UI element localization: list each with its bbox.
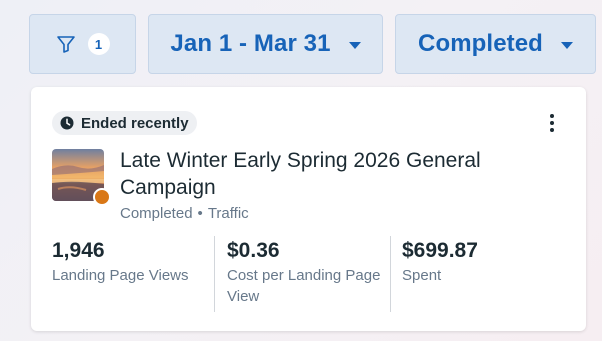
date-range-label: Jan 1 - Mar 31	[170, 30, 331, 57]
metric-label: Spent	[402, 267, 442, 284]
page: 1 Jan 1 - Mar 31 Completed Ended recentl…	[0, 0, 602, 341]
caret-down-icon	[348, 41, 361, 49]
filter-count-badge: 1	[87, 33, 110, 55]
campaign-title[interactable]: Late Winter Early Spring 2026 General Ca…	[120, 147, 540, 201]
metric-label: Cost per Landing Page View	[227, 267, 381, 305]
more-vertical-icon	[550, 114, 554, 118]
meta-separator: •	[197, 205, 203, 222]
status-label: Completed	[418, 30, 543, 57]
filter-button[interactable]: 1	[29, 14, 136, 74]
metrics-row: 1,946 Landing Page Views $0.36 Cost per …	[52, 236, 568, 312]
caret-down-icon	[560, 41, 573, 49]
metric-cost-per-landing-page-view: $0.36 Cost per Landing Page View	[214, 236, 402, 312]
campaign-objective: Traffic	[207, 205, 249, 222]
campaign-meta: Completed • Traffic	[120, 205, 249, 222]
filter-bar: 1 Jan 1 - Mar 31 Completed	[29, 14, 596, 74]
metric-label: Landing Page Views	[52, 267, 189, 284]
status-dropdown[interactable]: Completed	[395, 14, 596, 74]
ended-recently-badge: Ended recently	[52, 111, 197, 135]
campaign-thumbnail	[52, 149, 111, 206]
campaign-card[interactable]: Ended recently Late Winter Early Spring …	[31, 87, 586, 331]
ended-recently-label: Ended recently	[81, 114, 189, 132]
date-range-dropdown[interactable]: Jan 1 - Mar 31	[148, 14, 383, 74]
status-dot	[93, 188, 111, 206]
metric-value: $699.87	[402, 239, 478, 262]
metric-value: 1,946	[52, 239, 105, 262]
funnel-icon	[56, 36, 75, 53]
campaign-status: Completed	[120, 205, 193, 222]
more-options-button[interactable]	[540, 109, 564, 137]
clock-icon	[60, 116, 74, 130]
metric-spent: $699.87 Spent	[390, 236, 572, 312]
metric-landing-page-views: 1,946 Landing Page Views	[52, 236, 212, 312]
metric-value: $0.36	[227, 239, 280, 262]
